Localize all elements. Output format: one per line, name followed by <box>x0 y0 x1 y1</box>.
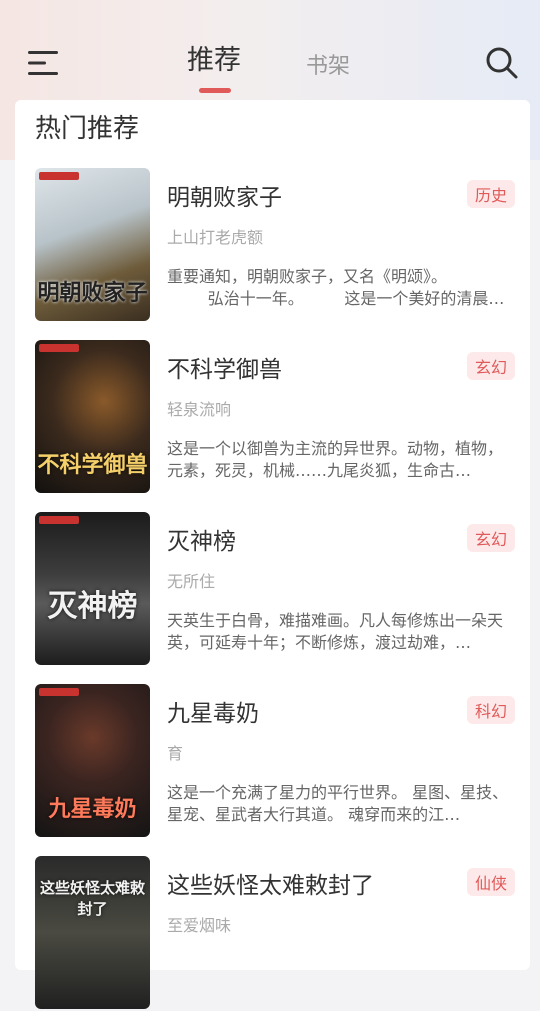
book-cover[interactable]: 不科学御兽 <box>35 340 150 493</box>
book-title: 灭神榜 <box>167 529 236 555</box>
book-author: 上山打老虎额 <box>167 228 264 247</box>
book-item[interactable]: 明朝败家子 明朝败家子 历史 上山打老虎额 重要通知，明朝败家子，又名《明颂》。… <box>35 168 515 323</box>
recommend-panel: 热门推荐 明朝败家子 明朝败家子 历史 上山打老虎额 重要通知，明朝败家子，又名… <box>15 100 530 1009</box>
genre-tag: 历史 <box>466 180 515 208</box>
book-author: 轻泉流响 <box>167 400 232 419</box>
publisher-badge <box>39 516 79 524</box>
genre-tag: 玄幻 <box>466 524 515 552</box>
book-cover[interactable]: 九星毒奶 <box>35 684 150 837</box>
book-item[interactable]: 不科学御兽 不科学御兽 玄幻 轻泉流响 这是一个以御兽为主流的异世界。动物，植物… <box>35 340 515 495</box>
tab-recommend[interactable]: 推荐 <box>187 38 241 77</box>
publisher-badge <box>39 344 79 352</box>
book-title: 九星毒奶 <box>167 701 259 727</box>
cover-title: 明朝败家子 <box>37 280 148 306</box>
book-item[interactable]: 这些妖怪太难敕封了 这些妖怪太难敕封了 仙侠 至爱烟味 <box>35 856 515 1011</box>
publisher-badge <box>39 688 79 696</box>
book-author: 育 <box>167 744 184 763</box>
book-title: 明朝败家子 <box>167 185 282 211</box>
section-title: 热门推荐 <box>35 114 140 144</box>
menu-icon[interactable] <box>26 48 60 78</box>
cover-title: 灭神榜 <box>47 589 138 624</box>
genre-tag: 玄幻 <box>466 352 515 380</box>
book-description: 这是一个充满了星力的平行世界。 星图、星技、星宠、星武者大行其道。 魂穿而来的江… <box>167 783 509 824</box>
book-item[interactable]: 灭神榜 灭神榜 玄幻 无所住 天英生于白骨，难描难画。凡人每修炼出一朵天英，可延… <box>35 512 515 667</box>
publisher-badge <box>39 172 79 180</box>
book-cover[interactable]: 明朝败家子 <box>35 168 150 321</box>
book-title: 不科学御兽 <box>167 357 282 383</box>
cover-title: 不科学御兽 <box>37 452 148 478</box>
book-cover[interactable]: 这些妖怪太难敕封了 <box>35 856 150 1009</box>
book-description: 天英生于白骨，难描难画。凡人每修炼出一朵天英，可延寿十年；不断修炼，渡过劫难，… <box>167 611 504 652</box>
book-item[interactable]: 九星毒奶 九星毒奶 科幻 育 这是一个充满了星力的平行世界。 星图、星技、星宠、… <box>35 684 515 839</box>
book-author: 至爱烟味 <box>167 916 232 935</box>
cover-title: 九星毒奶 <box>48 796 137 822</box>
cover-title: 这些妖怪太难敕封了 <box>39 879 145 918</box>
active-tab-indicator <box>199 88 231 93</box>
book-author: 无所住 <box>167 572 216 591</box>
book-cover[interactable]: 灭神榜 <box>35 512 150 665</box>
book-title: 这些妖怪太难敕封了 <box>167 873 374 899</box>
genre-tag: 仙侠 <box>466 868 515 896</box>
search-icon[interactable] <box>485 46 519 80</box>
genre-tag: 科幻 <box>466 696 515 724</box>
book-description: 重要通知，明朝败家子，又名《明颂》。 弘治十一年。 这是一个美好的清晨… <box>167 267 505 308</box>
book-description: 这是一个以御兽为主流的异世界。动物，植物，元素，死灵，机械……九尾炎狐，生命古… <box>167 439 504 480</box>
top-nav: 推荐 书架 <box>0 0 540 100</box>
tab-bookshelf[interactable]: 书架 <box>306 48 350 80</box>
